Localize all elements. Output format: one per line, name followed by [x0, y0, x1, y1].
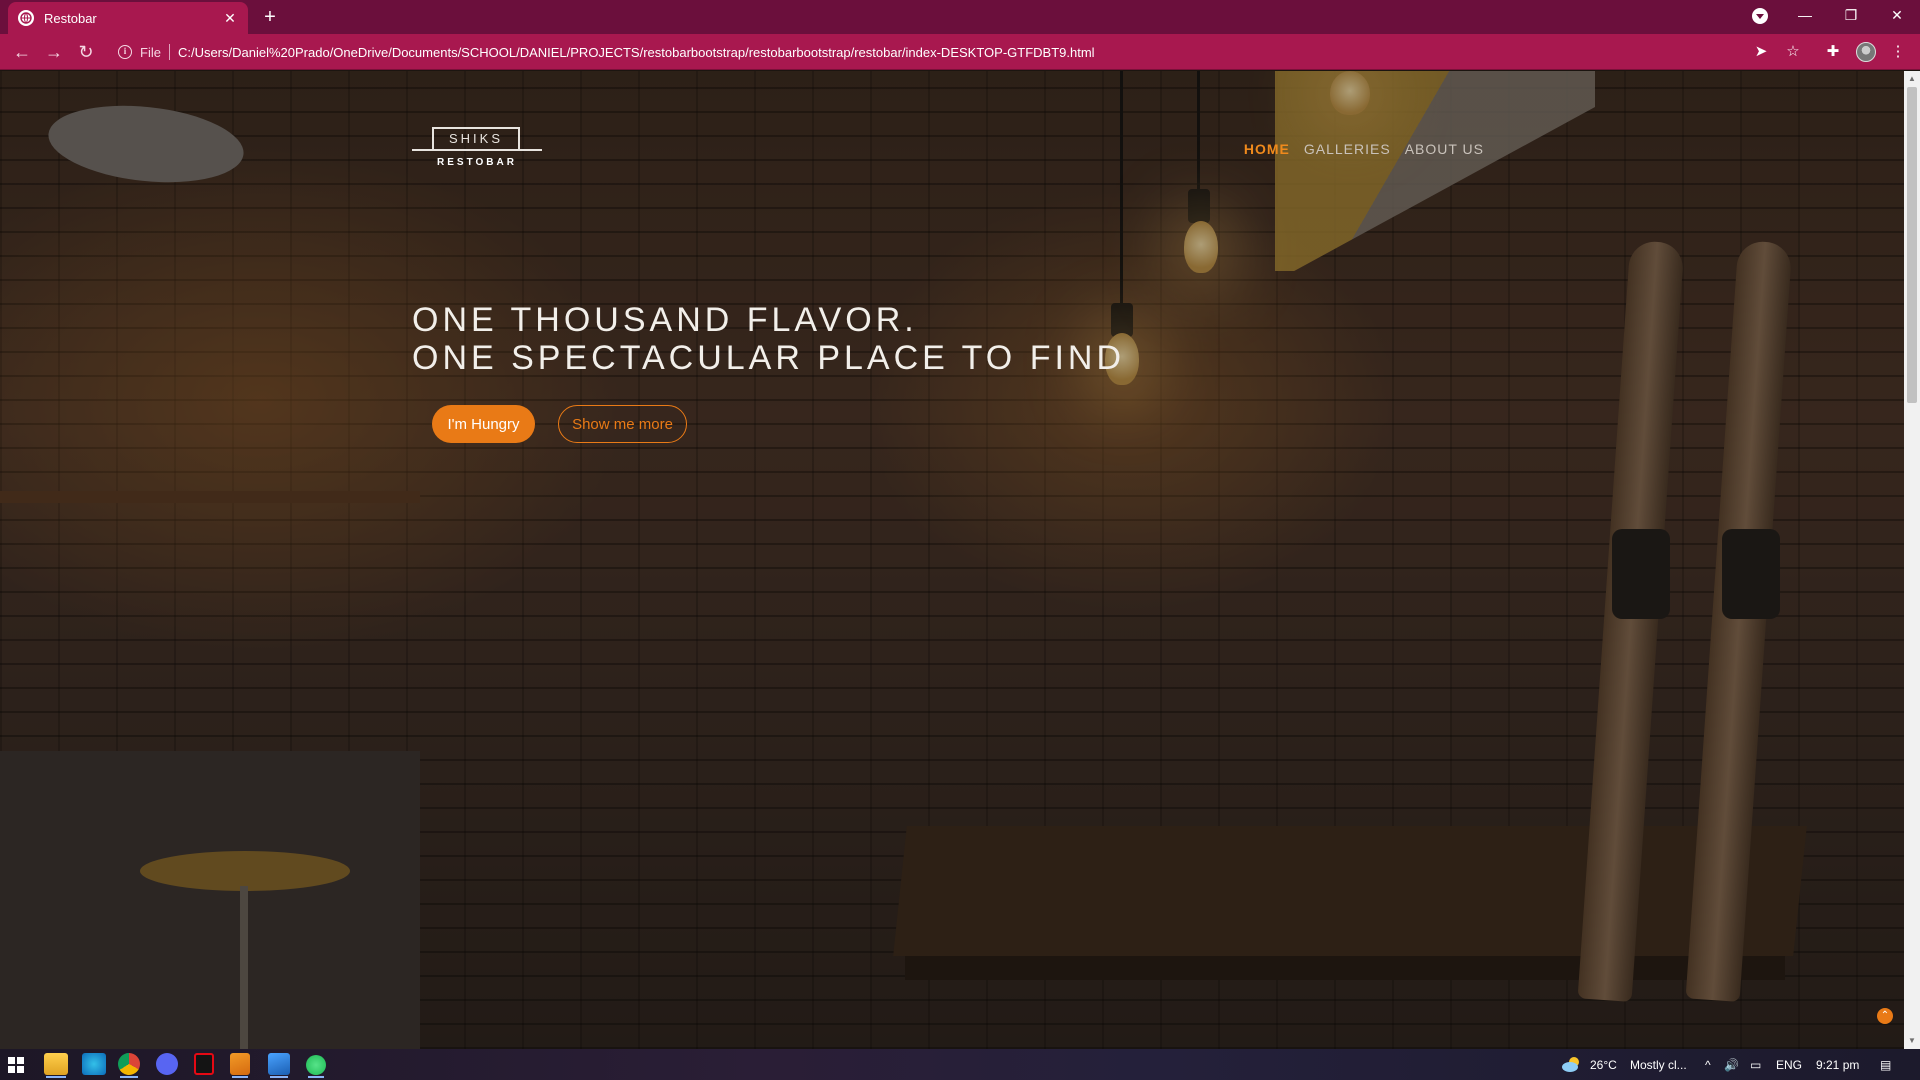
discord-icon[interactable]: [156, 1053, 178, 1075]
back-button[interactable]: ←: [10, 40, 34, 64]
main-nav: HOME GALLERIES ABOUT US: [1244, 141, 1484, 157]
send-tab-icon[interactable]: ➤: [1751, 42, 1771, 62]
notifications-icon[interactable]: ▤: [1880, 1049, 1891, 1080]
show-me-more-button[interactable]: Show me more: [558, 405, 687, 443]
logo-subtitle: RESTOBAR: [437, 157, 517, 168]
clock[interactable]: 9:21 pm: [1816, 1049, 1859, 1080]
weather-cloud-icon[interactable]: [1560, 1055, 1582, 1073]
im-hungry-button[interactable]: I'm Hungry: [432, 405, 535, 443]
reload-button[interactable]: ↻: [74, 40, 98, 64]
windows-start-icon[interactable]: [8, 1057, 24, 1073]
browser-tab-strip: Restobar ✕ + — ❐ ✕: [0, 0, 1920, 34]
scheme-label: File: [140, 44, 161, 60]
scroll-up-arrow-icon[interactable]: ▲: [1904, 71, 1920, 87]
volume-icon[interactable]: 🔊: [1724, 1049, 1739, 1080]
logo-rule: [412, 149, 542, 151]
browser-toolbar: ← → ↻ i File C:/Users/Daniel%20Prado/One…: [0, 34, 1920, 70]
edge-icon[interactable]: [82, 1053, 106, 1075]
back-to-top-icon[interactable]: ⌃: [1877, 1008, 1893, 1024]
nav-home[interactable]: HOME: [1244, 141, 1290, 157]
tab-close-icon[interactable]: ✕: [222, 10, 238, 26]
spotify-icon[interactable]: [306, 1055, 326, 1078]
bookmark-star-icon[interactable]: ☆: [1783, 42, 1803, 62]
site-logo[interactable]: SHIKS RESTOBAR: [412, 127, 542, 173]
tab-restobar[interactable]: Restobar ✕: [8, 2, 248, 34]
hero-heading-line-1: ONE THOUSAND FLAVOR.: [412, 301, 918, 339]
scroll-down-arrow-icon[interactable]: ▼: [1904, 1033, 1920, 1049]
network-icon[interactable]: ▭: [1750, 1049, 1761, 1080]
weather-temp[interactable]: 26°C: [1590, 1049, 1617, 1080]
sublime-text-icon[interactable]: [230, 1053, 250, 1078]
divider: [168, 44, 170, 60]
info-icon[interactable]: i: [118, 45, 132, 59]
close-window-button[interactable]: ✕: [1874, 0, 1920, 30]
tray-overflow-chevron-icon[interactable]: ^: [1705, 1049, 1711, 1080]
new-tab-button[interactable]: +: [258, 5, 282, 29]
profile-avatar[interactable]: [1856, 42, 1876, 62]
hero-heading-line-2: ONE SPECTACULAR PLACE TO FIND: [412, 339, 1126, 377]
forward-button[interactable]: →: [42, 40, 66, 64]
hero-section: SHIKS RESTOBAR HOME GALLERIES ABOUT US O…: [0, 71, 1904, 1049]
url-text[interactable]: C:/Users/Daniel%20Prado/OneDrive/Documen…: [178, 45, 1095, 60]
language-indicator[interactable]: ENG: [1776, 1049, 1802, 1080]
browser-menu-icon[interactable]: ⋮: [1888, 42, 1908, 62]
photos-icon[interactable]: [268, 1053, 290, 1078]
address-bar[interactable]: i File C:/Users/Daniel%20Prado/OneDrive/…: [108, 39, 1796, 65]
scroll-thumb[interactable]: [1907, 87, 1917, 403]
hero-heading: ONE THOUSAND FLAVOR. ONE SPECTACULAR PLA…: [412, 301, 1125, 377]
netflix-icon[interactable]: [194, 1053, 214, 1075]
globe-icon: [18, 10, 34, 26]
nav-about-us[interactable]: ABOUT US: [1405, 141, 1484, 157]
nav-galleries[interactable]: GALLERIES: [1304, 141, 1391, 157]
tab-search-icon[interactable]: [1752, 8, 1768, 24]
page-scrollbar[interactable]: ▲ ▼: [1904, 71, 1920, 1049]
minimize-button[interactable]: —: [1782, 0, 1828, 30]
dark-overlay: [0, 71, 1904, 1049]
weather-description[interactable]: Mostly cl...: [1630, 1049, 1687, 1080]
file-explorer-icon[interactable]: [44, 1053, 68, 1078]
logo-wordmark: SHIKS: [432, 127, 520, 151]
extensions-icon[interactable]: ✚: [1823, 42, 1843, 62]
taskbar: 26°C Mostly cl... ^ 🔊 ▭ ENG 9:21 pm ▤: [0, 1049, 1920, 1080]
chrome-icon[interactable]: [118, 1053, 140, 1078]
tab-title: Restobar: [44, 10, 97, 26]
restore-button[interactable]: ❐: [1828, 0, 1874, 30]
